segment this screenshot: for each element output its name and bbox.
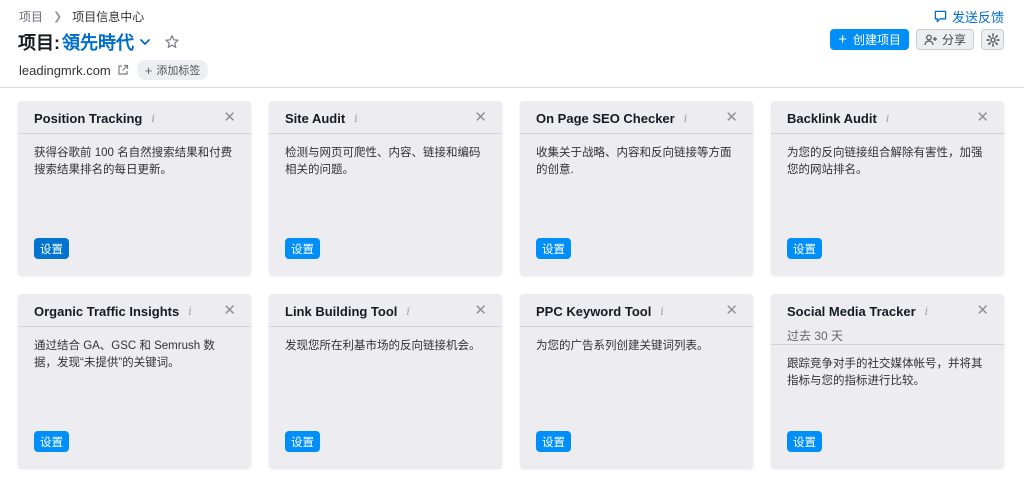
setup-button[interactable]: 设置 xyxy=(787,431,822,452)
card-title: Social Media Tracker xyxy=(787,304,916,319)
setup-button[interactable]: 设置 xyxy=(285,431,320,452)
card-backlink-audit: Backlink Audit i ✕ 为您的反向链接组合解除有害性，加强您的网站排… xyxy=(771,101,1004,275)
card-header: Position Tracking i ✕ xyxy=(18,101,251,134)
share-button[interactable]: 分享 xyxy=(915,29,974,50)
info-icon[interactable]: i xyxy=(886,112,890,125)
card-organic-traffic-insights: Organic Traffic Insights i ✕ 通过结合 GA、GSC … xyxy=(18,294,251,468)
info-icon[interactable]: i xyxy=(660,305,664,318)
card-ppc-keyword-tool: PPC Keyword Tool i ✕ 为您的广告系列创建关键词列表。 设置 xyxy=(520,294,753,468)
card-description: 为您的广告系列创建关键词列表。 xyxy=(536,340,709,352)
card-title: PPC Keyword Tool xyxy=(536,304,652,319)
info-icon[interactable]: i xyxy=(684,112,688,125)
card-position-tracking: Position Tracking i ✕ 获得谷歌前 100 名自然搜索结果和付… xyxy=(18,101,251,275)
close-icon[interactable]: ✕ xyxy=(725,303,738,318)
card-title: Backlink Audit xyxy=(787,111,877,126)
card-header: Site Audit i ✕ xyxy=(269,101,502,134)
send-feedback-link[interactable]: 发送反馈 xyxy=(934,7,1004,26)
gear-icon xyxy=(985,32,1000,47)
card-on-page-seo-checker: On Page SEO Checker i ✕ 收集关于战略、内容和反向链接等方面… xyxy=(520,101,753,275)
close-icon[interactable]: ✕ xyxy=(976,110,989,125)
star-icon[interactable] xyxy=(164,34,180,50)
domain-row: leadingmrk.com + 添加标签 xyxy=(19,60,209,80)
card-subtitle: 过去 30 天 xyxy=(787,329,844,343)
close-icon[interactable]: ✕ xyxy=(223,303,236,318)
card-description: 通过结合 GA、GSC 和 Semrush 数据，发现“未提供”的关键词。 xyxy=(34,340,215,369)
tools-grid: Position Tracking i ✕ 获得谷歌前 100 名自然搜索结果和付… xyxy=(0,89,1024,480)
plus-icon: + xyxy=(838,31,847,48)
plus-icon: + xyxy=(144,62,153,78)
card-header: PPC Keyword Tool i ✕ xyxy=(520,294,753,327)
card-title: Organic Traffic Insights xyxy=(34,304,180,319)
card-social-media-tracker: Social Media Tracker i ✕ 过去 30 天 跟踪竞争对手的社… xyxy=(771,294,1004,468)
card-description: 获得谷歌前 100 名自然搜索结果和付费搜索结果排名的每日更新。 xyxy=(34,147,233,176)
breadcrumb-current: 项目信息中心 xyxy=(72,10,145,24)
card-description: 发现您所在利基市场的反向链接机会。 xyxy=(285,340,481,352)
card-site-audit: Site Audit i ✕ 检测与网页可爬性、内容、链接和编码相关的问题。 设置 xyxy=(269,101,502,275)
card-header: On Page SEO Checker i ✕ xyxy=(520,101,753,134)
setup-button[interactable]: 设置 xyxy=(787,238,822,259)
domain-name: leadingmrk.com xyxy=(19,62,111,78)
card-description: 检测与网页可爬性、内容、链接和编码相关的问题。 xyxy=(285,147,481,176)
card-header: Link Building Tool i ✕ xyxy=(269,294,502,327)
page-title: 项目: 領先時代 xyxy=(18,29,180,55)
card-header: Social Media Tracker i ✕ 过去 30 天 xyxy=(771,294,1004,345)
info-icon[interactable]: i xyxy=(925,305,929,318)
card-title: On Page SEO Checker xyxy=(536,111,675,126)
setup-button[interactable]: 设置 xyxy=(536,238,571,259)
chat-bubble-icon xyxy=(934,10,947,23)
card-header: Backlink Audit i ✕ xyxy=(771,101,1004,134)
card-title: Site Audit xyxy=(285,111,346,126)
header-actions: + 创建项目 分享 xyxy=(830,29,1004,50)
settings-button[interactable] xyxy=(981,29,1004,50)
setup-button[interactable]: 设置 xyxy=(34,431,69,452)
close-icon[interactable]: ✕ xyxy=(223,110,236,125)
card-title: Position Tracking xyxy=(34,111,143,126)
card-description: 收集关于战略、内容和反向链接等方面的创意. xyxy=(536,147,732,176)
breadcrumb-root[interactable]: 项目 xyxy=(19,8,43,25)
card-title: Link Building Tool xyxy=(285,304,398,319)
add-tag-button[interactable]: + 添加标签 xyxy=(136,60,209,80)
close-icon[interactable]: ✕ xyxy=(474,303,487,318)
page-header: 项目 ❯ 项目信息中心 发送反馈 项目: 領先時代 leadingmrk.com… xyxy=(0,0,1024,88)
close-icon[interactable]: ✕ xyxy=(725,110,738,125)
card-header: Organic Traffic Insights i ✕ xyxy=(18,294,251,327)
card-description: 跟踪竞争对手的社交媒体帐号，并将其指标与您的指标进行比较。 xyxy=(787,358,983,387)
card-description: 为您的反向链接组合解除有害性，加强您的网站排名。 xyxy=(787,147,983,176)
create-project-label: 创建项目 xyxy=(852,33,901,47)
add-user-icon xyxy=(924,34,937,45)
breadcrumb: 项目 ❯ 项目信息中心 xyxy=(19,8,144,25)
setup-button[interactable]: 设置 xyxy=(285,238,320,259)
setup-button[interactable]: 设置 xyxy=(536,431,571,452)
project-name-dropdown[interactable]: 領先時代 xyxy=(62,29,134,55)
info-icon[interactable]: i xyxy=(151,112,155,125)
info-icon[interactable]: i xyxy=(406,305,410,318)
share-label: 分享 xyxy=(941,33,966,47)
chevron-down-icon[interactable] xyxy=(138,35,152,49)
info-icon[interactable]: i xyxy=(354,112,358,125)
info-icon[interactable]: i xyxy=(188,305,192,318)
breadcrumb-chevron-icon: ❯ xyxy=(53,11,63,23)
title-prefix: 项目: xyxy=(18,33,60,53)
external-link-icon[interactable] xyxy=(117,64,129,76)
add-tag-label: 添加标签 xyxy=(156,65,201,77)
create-project-button[interactable]: + 创建项目 xyxy=(830,29,909,50)
card-link-building-tool: Link Building Tool i ✕ 发现您所在利基市场的反向链接机会。 … xyxy=(269,294,502,468)
close-icon[interactable]: ✕ xyxy=(474,110,487,125)
close-icon[interactable]: ✕ xyxy=(976,303,989,318)
feedback-label: 发送反馈 xyxy=(951,10,1004,25)
setup-button[interactable]: 设置 xyxy=(34,238,69,259)
